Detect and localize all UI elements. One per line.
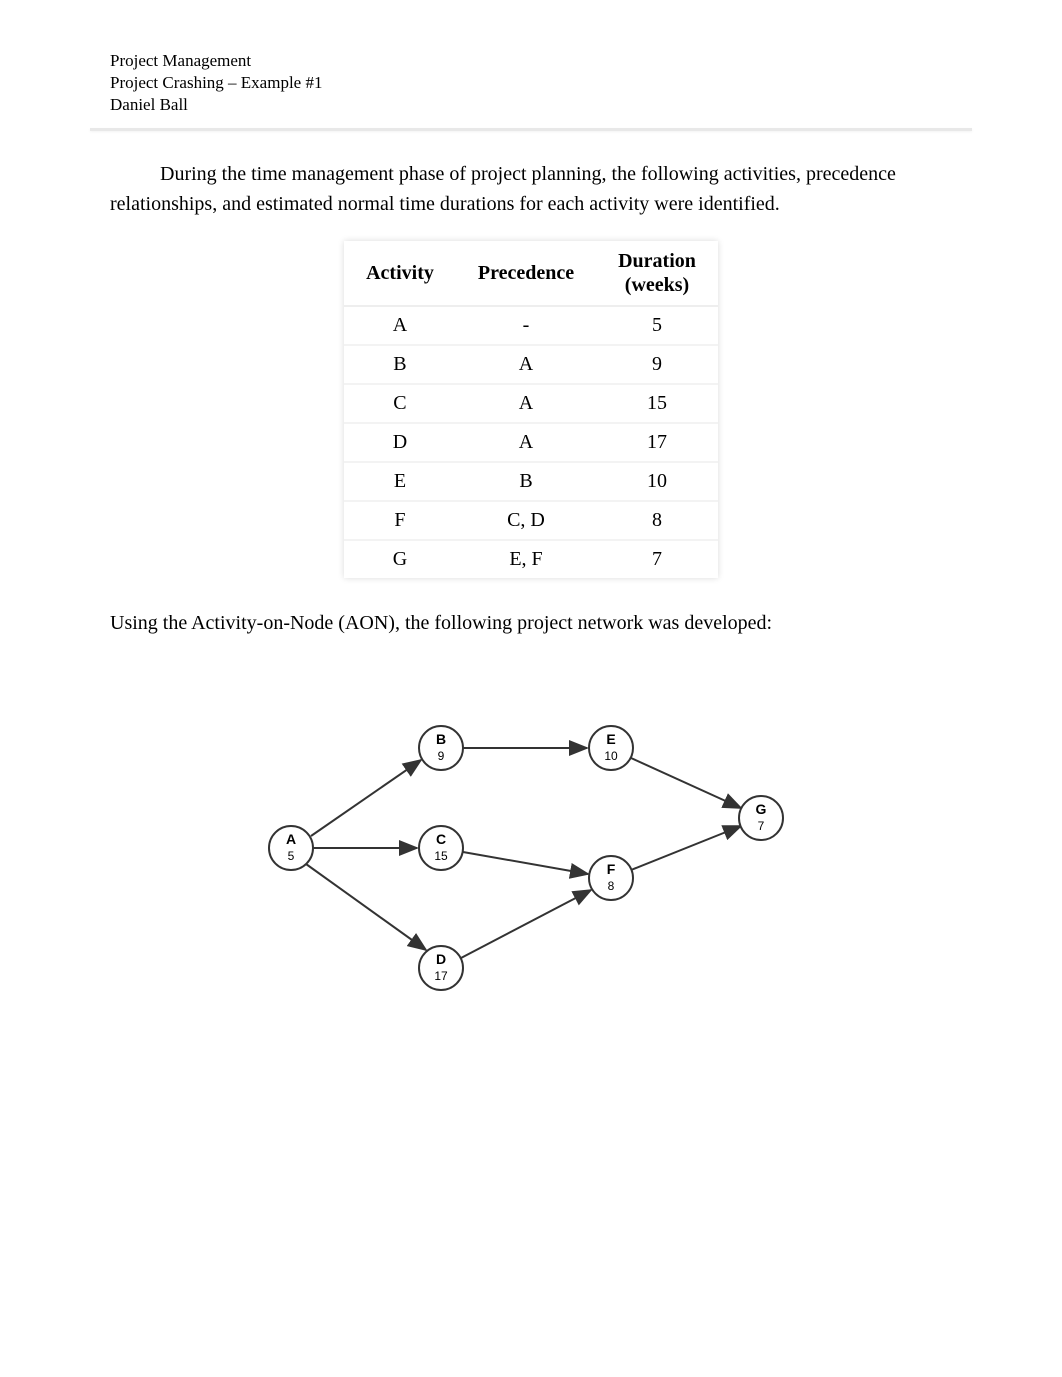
- edge-a-b: [311, 760, 421, 836]
- node-d-sub: 17: [434, 969, 448, 983]
- aon-paragraph: Using the Activity-on-Node (AON), the fo…: [110, 608, 952, 638]
- node-a-label: A: [286, 831, 296, 847]
- cell-duration: 7: [596, 539, 718, 578]
- node-c-sub: 15: [434, 849, 448, 863]
- header-line-1: Project Management: [110, 50, 952, 72]
- node-d-label: D: [436, 951, 446, 967]
- table-row: F C, D 8: [344, 500, 718, 539]
- header-divider: [90, 128, 972, 131]
- cell-duration: 9: [596, 344, 718, 383]
- cell-duration: 17: [596, 422, 718, 461]
- cell-activity: E: [344, 461, 456, 500]
- activity-table-wrapper: Activity Precedence Duration(weeks) A - …: [110, 241, 952, 578]
- node-c: C 15: [419, 826, 463, 870]
- cell-activity: A: [344, 307, 456, 344]
- cell-activity: G: [344, 539, 456, 578]
- table-row: E B 10: [344, 461, 718, 500]
- node-e: E 10: [589, 726, 633, 770]
- cell-precedence: C, D: [456, 500, 596, 539]
- table-row: C A 15: [344, 383, 718, 422]
- node-b: B 9: [419, 726, 463, 770]
- table-row: B A 9: [344, 344, 718, 383]
- cell-duration: 10: [596, 461, 718, 500]
- edge-d-f: [461, 890, 591, 958]
- cell-duration: 5: [596, 307, 718, 344]
- cell-precedence: B: [456, 461, 596, 500]
- node-g-label: G: [756, 801, 767, 817]
- edge-c-f: [463, 852, 588, 874]
- node-f: F 8: [589, 856, 633, 900]
- cell-duration: 15: [596, 383, 718, 422]
- node-a: A 5: [269, 826, 313, 870]
- cell-duration: 8: [596, 500, 718, 539]
- node-b-sub: 9: [438, 749, 445, 763]
- cell-activity: D: [344, 422, 456, 461]
- cell-precedence: A: [456, 383, 596, 422]
- col-activity-header: Activity: [344, 241, 456, 307]
- col-duration-label: Duration(weeks): [618, 250, 696, 296]
- node-e-sub: 10: [604, 749, 618, 763]
- node-d: D 17: [419, 946, 463, 990]
- node-c-label: C: [436, 831, 446, 847]
- node-g: G 7: [739, 796, 783, 840]
- edge-a-d: [306, 864, 426, 950]
- cell-precedence: -: [456, 307, 596, 344]
- table-row: A - 5: [344, 307, 718, 344]
- col-precedence-header: Precedence: [456, 241, 596, 307]
- node-e-label: E: [606, 731, 615, 747]
- node-a-sub: 5: [288, 849, 295, 863]
- cell-activity: F: [344, 500, 456, 539]
- cell-activity: B: [344, 344, 456, 383]
- cell-precedence: A: [456, 344, 596, 383]
- header-line-3: Daniel Ball: [110, 94, 952, 116]
- table-row: D A 17: [344, 422, 718, 461]
- header-line-2: Project Crashing – Example #1: [110, 72, 952, 94]
- cell-precedence: A: [456, 422, 596, 461]
- col-duration-header: Duration(weeks): [596, 241, 718, 307]
- node-g-sub: 7: [758, 819, 765, 833]
- document-header: Project Management Project Crashing – Ex…: [110, 50, 952, 116]
- table-row: G E, F 7: [344, 539, 718, 578]
- intro-paragraph: During the time management phase of proj…: [110, 159, 952, 219]
- edge-e-g: [631, 758, 741, 808]
- aon-network-diagram: A 5 B 9 C 15 D 17 E 10 F: [231, 678, 831, 1038]
- aon-diagram-wrapper: A 5 B 9 C 15 D 17 E 10 F: [110, 678, 952, 1038]
- cell-precedence: E, F: [456, 539, 596, 578]
- node-f-sub: 8: [608, 879, 615, 893]
- cell-activity: C: [344, 383, 456, 422]
- edge-f-g: [631, 826, 741, 870]
- node-b-label: B: [436, 731, 446, 747]
- node-f-label: F: [607, 861, 616, 877]
- activity-table: Activity Precedence Duration(weeks) A - …: [344, 241, 718, 578]
